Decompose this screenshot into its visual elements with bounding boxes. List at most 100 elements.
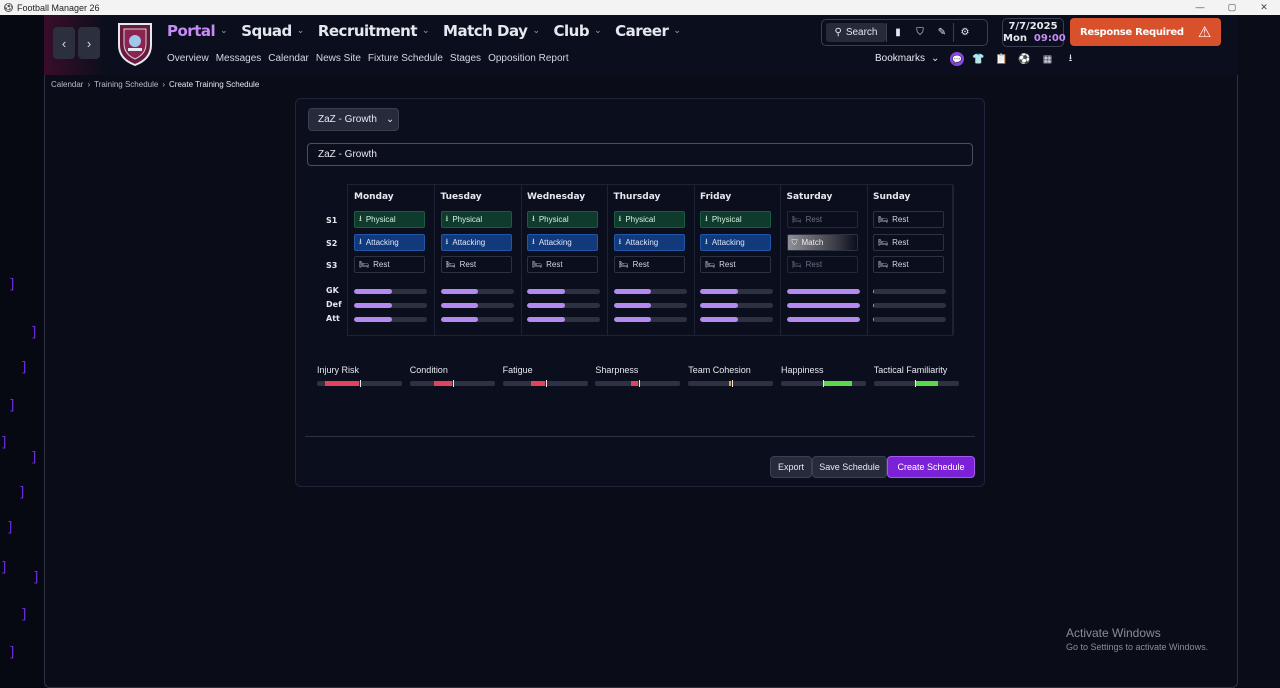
session-slot-s3[interactable]: 🛏 Rest — [786, 256, 858, 273]
back-button[interactable]: ‹ — [53, 27, 75, 59]
session-slot-s3[interactable]: 🛏 Rest — [613, 256, 685, 273]
clipboard-icon[interactable]: 📋 — [993, 52, 1010, 66]
workload-fill — [786, 317, 860, 322]
calendar-icon[interactable]: ▦ — [1039, 52, 1056, 66]
close-button[interactable]: ✕ — [1248, 0, 1280, 15]
session-slot-s2[interactable]: 🛏 Rest — [873, 234, 944, 251]
session-slot-s2[interactable]: ⭳ Attacking — [700, 234, 771, 251]
subnav-opposition-report[interactable]: Opposition Report — [488, 53, 569, 64]
chevron-down-icon: ⌄ — [385, 114, 395, 125]
workload-bar-def — [613, 303, 687, 308]
minimize-button[interactable]: — — [1184, 0, 1216, 15]
gear-icon[interactable]: ⚙ — [954, 23, 976, 42]
session-slot-s2[interactable]: ⭳ Attacking — [613, 234, 685, 251]
session-slot-s2[interactable]: ⭳ Attacking — [354, 234, 425, 251]
nav-career[interactable]: Career ⌄ — [615, 22, 681, 40]
session-slot-s3[interactable]: 🛏 Rest — [527, 256, 598, 273]
schedule-dropdown[interactable]: ZaZ - Growth ⌄ — [308, 108, 399, 131]
breadcrumb-calendar[interactable]: Calendar — [51, 80, 83, 89]
bookmark-icon[interactable]: ▮ — [887, 23, 909, 42]
session-slot-s1[interactable]: ⭳ Physical — [700, 211, 771, 228]
search-button[interactable]: ⚲ Search — [826, 23, 886, 42]
club-crest-icon[interactable] — [116, 21, 154, 67]
session-label: Rest — [719, 260, 736, 269]
nav-match-day[interactable]: Match Day ⌄ — [443, 22, 540, 40]
subnav-calendar[interactable]: Calendar — [268, 53, 309, 64]
session-slot-s1[interactable]: 🛏 Rest — [786, 211, 858, 228]
ball-icon[interactable]: ⚽ — [1016, 52, 1033, 66]
session-slot-s3[interactable]: 🛏 Rest — [440, 256, 512, 273]
metrics-row: Injury Risk Condition Fatigue Sharpness Team… — [317, 365, 967, 395]
app-icon: ⚽ — [4, 3, 13, 12]
metric-bar — [317, 380, 402, 387]
nav-portal[interactable]: Portal ⌄ — [167, 22, 228, 40]
breadcrumb-training-schedule[interactable]: Training Schedule — [94, 80, 158, 89]
session-slot-s3[interactable]: 🛏 Rest — [354, 256, 425, 273]
maximize-button[interactable]: ▢ — [1216, 0, 1248, 15]
window-title: Football Manager 26 — [17, 2, 100, 13]
workload-bar-gk — [354, 289, 427, 294]
subnav-stages[interactable]: Stages — [450, 53, 481, 64]
breadcrumb-current: Create Training Schedule — [169, 80, 260, 89]
workload-bar-gk — [440, 289, 514, 294]
metric-baseline-tick — [360, 380, 362, 387]
subnav-messages[interactable]: Messages — [216, 53, 262, 64]
metric-fill — [916, 381, 939, 386]
session-slot-s1[interactable]: 🛏 Rest — [873, 211, 944, 228]
watermark-line2: Go to Settings to activate Windows. — [1066, 642, 1209, 652]
schedule-name-value: ZaZ - Growth — [318, 149, 377, 160]
date-display[interactable]: 7/7/2025 Mon 09:00 — [1002, 18, 1066, 47]
bookmarks-menu[interactable]: Bookmarks ⌄ — [875, 53, 939, 64]
session-slot-s1[interactable]: ⭳ Physical — [440, 211, 512, 228]
metric-bar — [409, 380, 495, 387]
workload-bar-att — [786, 317, 860, 322]
metric-team-cohesion: Team Cohesion — [688, 365, 774, 387]
chat-icon[interactable]: 💬 — [950, 52, 964, 66]
row-label-s1: S1 — [326, 216, 338, 225]
subnav-fixture-schedule[interactable]: Fixture Schedule — [368, 53, 443, 64]
subnav-overview[interactable]: Overview — [167, 53, 209, 64]
workload-fill — [700, 317, 738, 322]
shirt-icon[interactable]: 👕 — [970, 52, 987, 66]
schedule-name-input[interactable]: ZaZ - Growth — [307, 143, 973, 166]
session-slot-s3[interactable]: 🛏 Rest — [873, 256, 944, 273]
metric-bar — [595, 380, 681, 387]
day-text: Mon — [1003, 33, 1027, 44]
bed-icon: 🛏 — [878, 260, 889, 269]
response-required-button[interactable]: Response Required ⚠ — [1070, 18, 1221, 46]
metric-baseline-tick — [453, 380, 455, 387]
workload-bar-att — [613, 317, 687, 322]
training-icon: ⭳ — [532, 213, 535, 223]
top-header: ‹ › Portal ⌄ Squad ⌄ Recruitment ⌄ Match Da… — [44, 15, 1237, 75]
breadcrumb: Calendar › Training Schedule › Create Tr… — [51, 80, 259, 89]
save-schedule-button[interactable]: Save Schedule — [812, 456, 887, 478]
metric-label: Tactical Familiarity — [873, 365, 948, 375]
chevron-right-icon: › — [162, 80, 165, 89]
session-slot-s1[interactable]: ⭳ Physical — [354, 211, 425, 228]
session-slot-s3[interactable]: 🛏 Rest — [700, 256, 771, 273]
session-slot-s1[interactable]: ⭳ Physical — [527, 211, 598, 228]
chevron-down-icon: ⌄ — [673, 26, 681, 36]
session-label: Rest — [892, 215, 909, 224]
subnav-news-site[interactable]: News Site — [316, 53, 361, 64]
session-slot-s2[interactable]: ⛉ Match — [786, 234, 858, 251]
forward-button[interactable]: › — [78, 27, 100, 59]
shield-icon[interactable]: ⛉ — [909, 23, 931, 42]
workload-bar-gk — [527, 289, 600, 294]
export-button[interactable]: Export — [770, 456, 812, 478]
create-schedule-button[interactable]: Create Schedule — [887, 456, 975, 478]
pencil-icon[interactable]: ✎ — [931, 23, 953, 42]
day-name: Thursday — [613, 192, 661, 202]
nav-club[interactable]: Club ⌄ — [553, 22, 601, 40]
session-slot-s1[interactable]: ⭳ Physical — [613, 211, 685, 228]
session-slot-s2[interactable]: ⭳ Attacking — [440, 234, 512, 251]
row-label-gk: GK — [326, 286, 339, 295]
workload-fill — [613, 289, 652, 294]
bookmark-icons: 💬 👕 📋 ⚽ ▦ ⭳ — [950, 52, 1079, 66]
nav-squad[interactable]: Squad ⌄ — [241, 22, 304, 40]
workload-fill — [786, 289, 860, 294]
session-label: Attacking — [365, 238, 399, 247]
session-slot-s2[interactable]: ⭳ Attacking — [527, 234, 598, 251]
nav-recruitment[interactable]: Recruitment ⌄ — [318, 22, 430, 40]
download-icon[interactable]: ⭳ — [1062, 52, 1079, 66]
